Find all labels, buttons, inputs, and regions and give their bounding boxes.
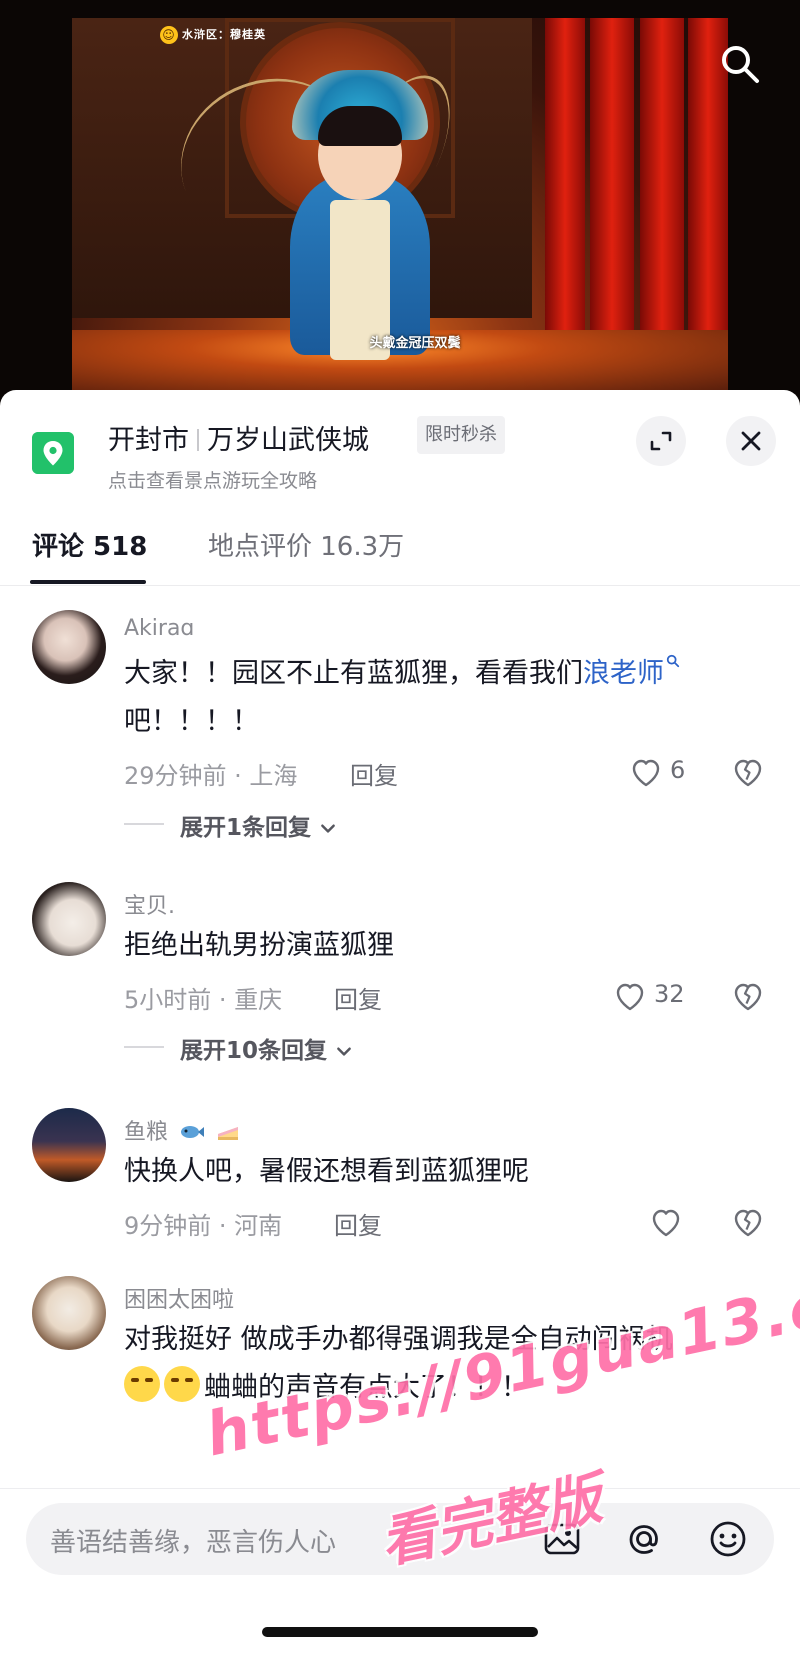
video-tag-text: 水浒区：穆桂英 [182, 28, 266, 41]
comment-item: 困困太困啦 对我挺好 做成手办都得强调我是全自动闯祸机蛐蛐的声音有点大了！！！ [0, 1276, 800, 1416]
expand-icon [650, 431, 672, 451]
chevron-down-icon [321, 824, 335, 833]
expand-replies-button[interactable]: 展开10条回复 [180, 1031, 353, 1065]
mention-link[interactable]: 浪老师 [583, 658, 664, 689]
expand-replies-button[interactable]: 展开1条回复 [180, 808, 337, 842]
active-tab-indicator [30, 580, 146, 584]
comment-text-part: 吧！！！！ [124, 706, 259, 737]
expand-replies-label: 展开10条回复 [180, 1038, 328, 1064]
comment-meta: 9分钟前 · 河南 [124, 1212, 283, 1240]
comment-item: 宝贝. 拒绝出轨男扮演蓝狐狸 5小时前 · 重庆 回复 32 展开10条回复 [0, 882, 800, 1092]
smirk-emoji-icon [124, 1366, 160, 1402]
video-figure-hair [318, 106, 402, 146]
comment-text: 拒绝出轨男扮演蓝狐狸 [124, 930, 394, 961]
comment-text: 大家！！园区不止有蓝狐狸，看看我们浪老师吧！！！！ [124, 650, 764, 746]
broken-heart-icon[interactable] [730, 978, 766, 1014]
comment-input[interactable]: 善语结善缘，恶言伤人心 [26, 1503, 774, 1575]
comment-meta: 5小时前 · 重庆 [124, 986, 283, 1014]
emoji-icon[interactable] [706, 1517, 750, 1561]
comment-input-bar: 善语结善缘，恶言伤人心 [0, 1488, 800, 1654]
broken-heart-icon[interactable] [730, 1204, 766, 1240]
heart-icon[interactable] [648, 1204, 684, 1240]
broken-heart-icon[interactable] [730, 754, 766, 790]
search-icon[interactable] [718, 42, 762, 86]
comment-item: 鱼粮 快换人吧，暑假还想看到蓝狐狸呢 9分钟前 · 河南 回复 [0, 1108, 800, 1268]
reply-button[interactable]: 回复 [334, 980, 382, 1015]
location-title[interactable]: 开封市 万岁山武侠城 [108, 418, 369, 457]
comment-input-placeholder: 善语结善缘，恶言伤人心 [50, 1528, 337, 1558]
search-icon[interactable] [666, 654, 680, 668]
like-count: 6 [670, 756, 686, 784]
comment-text: 快换人吧，暑假还想看到蓝狐狸呢 [124, 1156, 529, 1187]
smile-emoji-icon: ☺ [160, 26, 178, 44]
expand-replies-label: 展开1条回复 [180, 815, 312, 841]
cake-emoji-icon [218, 1127, 239, 1140]
comment-text-line: 对我挺好 做成手办都得强调我是全自动闯祸机 [124, 1324, 673, 1355]
avatar[interactable] [32, 610, 106, 684]
comment-sheet: 开封市 万岁山武侠城 限时秒杀 点击查看景点游玩全攻略 评论 518 地点评价 1… [0, 390, 800, 1654]
comment-author[interactable]: Akiraɑ [124, 616, 194, 641]
tab-comments[interactable]: 评论 518 [32, 526, 147, 563]
location-header[interactable]: 开封市 万岁山武侠城 限时秒杀 点击查看景点游玩全攻略 [0, 390, 800, 493]
tab-place-reviews[interactable]: 地点评价 16.3万 [208, 526, 404, 563]
location-city: 开封市 [108, 425, 189, 456]
video-player[interactable]: ☺ 水浒区：穆桂英 头戴金冠压双鬓 [0, 0, 800, 420]
reply-button[interactable]: 回复 [350, 756, 398, 791]
home-indicator[interactable] [262, 1627, 538, 1637]
at-icon[interactable] [622, 1517, 666, 1561]
video-subtitle: 头戴金冠压双鬓 [369, 336, 461, 351]
comment-meta: 29分钟前 · 上海 [124, 762, 298, 790]
smirk-emoji-icon [164, 1366, 200, 1402]
video-tag: ☺ 水浒区：穆桂英 [160, 26, 266, 44]
heart-icon[interactable] [628, 754, 664, 790]
location-subtitle[interactable]: 点击查看景点游玩全攻略 [108, 466, 317, 493]
flash-sale-badge[interactable]: 限时秒杀 [417, 416, 505, 454]
fish-emoji-icon [181, 1126, 205, 1138]
expand-divider [124, 823, 164, 825]
comment-author[interactable]: 宝贝. [124, 888, 175, 920]
avatar[interactable] [32, 1108, 106, 1182]
location-place: 万岁山武侠城 [207, 425, 369, 456]
like-count: 32 [654, 980, 685, 1008]
image-icon[interactable] [540, 1517, 584, 1561]
expand-divider [124, 1046, 164, 1048]
reply-button[interactable]: 回复 [334, 1206, 382, 1241]
chevron-down-icon [337, 1047, 351, 1056]
close-icon [741, 431, 761, 451]
heart-icon[interactable] [612, 978, 648, 1014]
comment-text-part: 大家！！园区不止有蓝狐狸，看看我们 [124, 658, 583, 689]
comment-tabs: 评论 518 地点评价 16.3万 [0, 508, 800, 586]
title-divider [197, 429, 199, 451]
location-pin-icon [32, 432, 74, 474]
avatar[interactable] [32, 882, 106, 956]
comment-text-line: 蛐蛐的声音有点大了！！！ [204, 1372, 528, 1403]
comment-text: 对我挺好 做成手办都得强调我是全自动闯祸机蛐蛐的声音有点大了！！！ [124, 1316, 764, 1412]
comment-author-name: 鱼粮 [124, 1120, 169, 1145]
comment-author[interactable]: 困困太困啦 [124, 1282, 234, 1314]
close-button[interactable] [726, 416, 776, 466]
avatar[interactable] [32, 1276, 106, 1350]
expand-button[interactable] [636, 416, 686, 466]
comment-author[interactable]: 鱼粮 [124, 1114, 242, 1146]
comment-item: Akiraɑ 大家！！园区不止有蓝狐狸，看看我们浪老师吧！！！！ 29分钟前 ·… [0, 610, 800, 850]
